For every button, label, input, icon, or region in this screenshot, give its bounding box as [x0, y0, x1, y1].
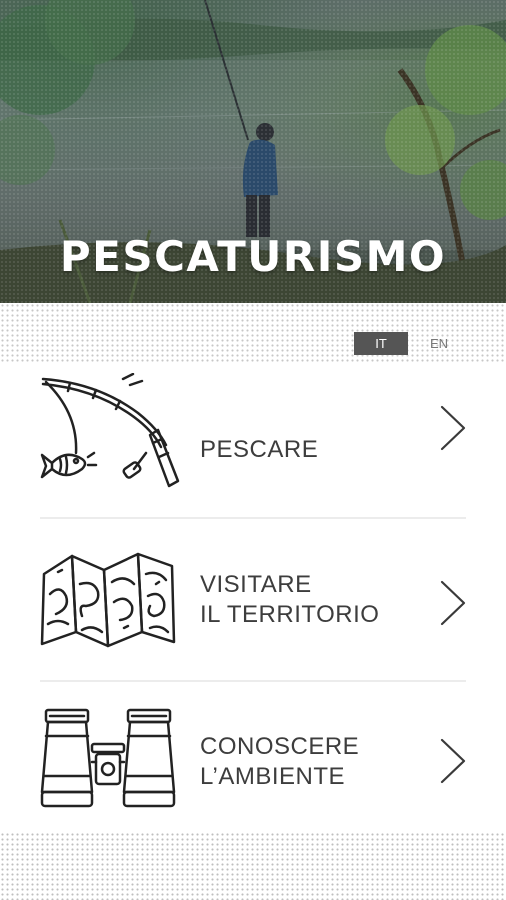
chevron-right-icon [440, 405, 466, 451]
menu-item-label: PESCARE [200, 436, 319, 463]
menu-item-conoscere-ambiente[interactable]: CONOSCERE L’AMBIENTE [0, 688, 506, 838]
binoculars-icon [40, 708, 176, 808]
menu-item-label: CONOSCERE L’AMBIENTE [200, 733, 360, 790]
fisherman-lake-photo [0, 0, 506, 303]
menu-item-visitare-territorio[interactable]: VISITARE IL TERRITORIO [0, 526, 506, 676]
menu-item-label: VISITARE IL TERRITORIO [200, 571, 380, 628]
divider [40, 680, 466, 682]
footer-texture [0, 832, 506, 900]
menu-item-pescare[interactable]: PESCARE [0, 365, 506, 515]
divider [40, 517, 466, 519]
chevron-right-icon [440, 580, 466, 626]
hero-banner: PESCATURISMO [0, 0, 506, 303]
language-en-button[interactable]: EN [412, 332, 466, 355]
chevron-right-icon [440, 738, 466, 784]
language-it-button[interactable]: IT [354, 332, 408, 355]
fishing-rod-icon [40, 373, 180, 488]
page-title: PESCATURISMO [59, 232, 447, 281]
map-icon [40, 552, 176, 648]
